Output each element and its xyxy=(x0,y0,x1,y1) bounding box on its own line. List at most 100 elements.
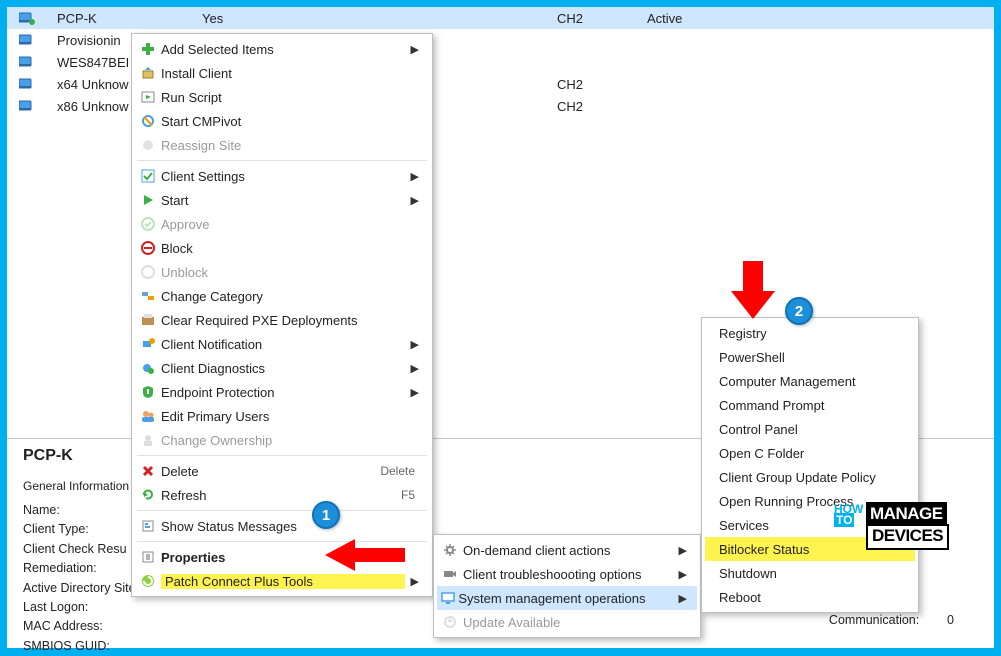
site-icon xyxy=(135,138,161,152)
menu-item[interactable]: Registry xyxy=(705,321,915,345)
context-menu-primary: Add Selected Items▶Install ClientRun Scr… xyxy=(131,33,433,597)
menu-item[interactable]: Client Notification▶ xyxy=(135,332,429,356)
pivot-icon xyxy=(135,114,161,128)
menu-item-label: Reassign Site xyxy=(161,138,419,153)
menu-item[interactable]: Client Settings▶ xyxy=(135,164,429,188)
shield-green-icon xyxy=(135,385,161,399)
menu-item: Change Ownership xyxy=(135,428,429,452)
device-icon xyxy=(19,55,57,69)
install-icon xyxy=(135,66,161,80)
menu-item[interactable]: On-demand client actions▶ xyxy=(437,538,697,562)
device-icon xyxy=(19,33,57,47)
menu-item[interactable]: System management operations▶ xyxy=(437,586,697,610)
menu-item[interactable]: Client Group Update Policy xyxy=(705,465,915,489)
menu-item-label: Change Category xyxy=(161,289,419,304)
run-script-icon xyxy=(135,90,161,104)
menu-item[interactable]: Command Prompt xyxy=(705,393,915,417)
menu-item-label: Update Available xyxy=(463,615,687,630)
menu-item-label: Bitlocker Status xyxy=(719,542,905,557)
menu-item-label: Command Prompt xyxy=(719,398,905,413)
camera-icon xyxy=(437,567,463,581)
menu-item[interactable]: Add Selected Items▶ xyxy=(135,37,429,61)
menu-item-label: PowerShell xyxy=(719,350,905,365)
menu-item[interactable]: Computer Management xyxy=(705,369,915,393)
menu-item[interactable]: PowerShell xyxy=(705,345,915,369)
menu-item-label: Start xyxy=(161,193,405,208)
menu-item-label: Edit Primary Users xyxy=(161,409,419,424)
cell-site: CH2 xyxy=(557,11,647,26)
submenu-arrow-icon: ▶ xyxy=(405,575,419,588)
menu-item[interactable]: Control Panel xyxy=(705,417,915,441)
refresh-icon xyxy=(135,488,161,502)
users-icon xyxy=(135,409,161,423)
menu-item[interactable]: DeleteDelete xyxy=(135,459,429,483)
table-row[interactable]: PCP-K Yes CH2 Active xyxy=(7,7,994,29)
device-icon xyxy=(19,77,57,91)
menu-item-label: Refresh xyxy=(161,488,401,503)
menu-item[interactable]: Block xyxy=(135,236,429,260)
menu-item[interactable]: Start CMPivot xyxy=(135,109,429,133)
status-icon xyxy=(135,519,161,533)
menu-item-label: Reboot xyxy=(719,590,905,605)
settings-check-icon xyxy=(135,169,161,183)
owner-icon xyxy=(135,433,161,447)
menu-item[interactable]: Open C Folder xyxy=(705,441,915,465)
submenu-arrow-icon: ▶ xyxy=(405,362,419,375)
cell-site: CH2 xyxy=(557,77,647,92)
menu-item[interactable]: Start▶ xyxy=(135,188,429,212)
cell-name: PCP-K xyxy=(57,11,202,26)
submenu-arrow-icon: ▶ xyxy=(405,170,419,183)
menu-item[interactable]: Edit Primary Users xyxy=(135,404,429,428)
submenu-arrow-icon: ▶ xyxy=(673,568,687,581)
submenu-arrow-icon: ▶ xyxy=(676,592,688,605)
menu-item[interactable]: Clear Required PXE Deployments xyxy=(135,308,429,332)
menu-item[interactable]: Client troubleshoooting options▶ xyxy=(437,562,697,586)
app-window: PCP-K Yes CH2 Active Provisionin WES847B… xyxy=(7,7,994,648)
menu-item-label: Change Ownership xyxy=(161,433,419,448)
menu-item-label: Client Group Update Policy xyxy=(719,470,906,485)
cell-site: CH2 xyxy=(557,99,647,114)
menu-item-label: Add Selected Items xyxy=(161,42,405,57)
update-icon xyxy=(437,615,463,629)
menu-item[interactable]: Run Script xyxy=(135,85,429,109)
pxe-icon xyxy=(135,313,161,327)
menu-item[interactable]: Bitlocker Status xyxy=(705,537,915,561)
submenu-arrow-icon: ▶ xyxy=(405,194,419,207)
menu-item[interactable]: Open Running Process xyxy=(705,489,915,513)
menu-item-label: Client Notification xyxy=(161,337,405,352)
gear-icon xyxy=(437,543,463,557)
menu-item-label: Shutdown xyxy=(719,566,905,581)
menu-item-label: Open C Folder xyxy=(719,446,905,461)
cell-client: Yes xyxy=(202,11,557,26)
menu-item[interactable]: Install Client xyxy=(135,61,429,85)
menu-item-label: Client troubleshoooting options xyxy=(463,567,673,582)
menu-item-label: Run Script xyxy=(161,90,419,105)
menu-item[interactable]: Endpoint Protection▶ xyxy=(135,380,429,404)
menu-item[interactable]: Change Category xyxy=(135,284,429,308)
menu-item[interactable]: Patch Connect Plus Tools▶ xyxy=(135,569,429,593)
menu-item-label: Start CMPivot xyxy=(161,114,419,129)
block-icon xyxy=(135,241,161,255)
notify-icon xyxy=(135,337,161,351)
menu-item[interactable]: Show Status Messages xyxy=(135,514,429,538)
menu-item-label: Services xyxy=(719,518,905,533)
menu-item[interactable]: Client Diagnostics▶ xyxy=(135,356,429,380)
menu-item[interactable]: Services xyxy=(705,513,915,537)
menu-item-label: Control Panel xyxy=(719,422,905,437)
submenu-arrow-icon: ▶ xyxy=(405,43,419,56)
menu-item-label: Endpoint Protection xyxy=(161,385,405,400)
play-green-icon xyxy=(135,193,161,207)
device-icon xyxy=(19,11,57,25)
menu-item[interactable]: Properties xyxy=(135,545,429,569)
menu-item-label: Install Client xyxy=(161,66,419,81)
menu-item[interactable]: Shutdown xyxy=(705,561,915,585)
menu-item-label: Patch Connect Plus Tools xyxy=(161,574,405,589)
menu-item[interactable]: RefreshF5 xyxy=(135,483,429,507)
props-icon xyxy=(135,550,161,564)
menu-item-label: Client Settings xyxy=(161,169,405,184)
menu-item-label: Clear Required PXE Deployments xyxy=(161,313,419,328)
menu-item-label: Registry xyxy=(719,326,905,341)
menu-item[interactable]: Reboot xyxy=(705,585,915,609)
menu-item: Unblock xyxy=(135,260,429,284)
menu-item-label: Properties xyxy=(161,550,419,565)
